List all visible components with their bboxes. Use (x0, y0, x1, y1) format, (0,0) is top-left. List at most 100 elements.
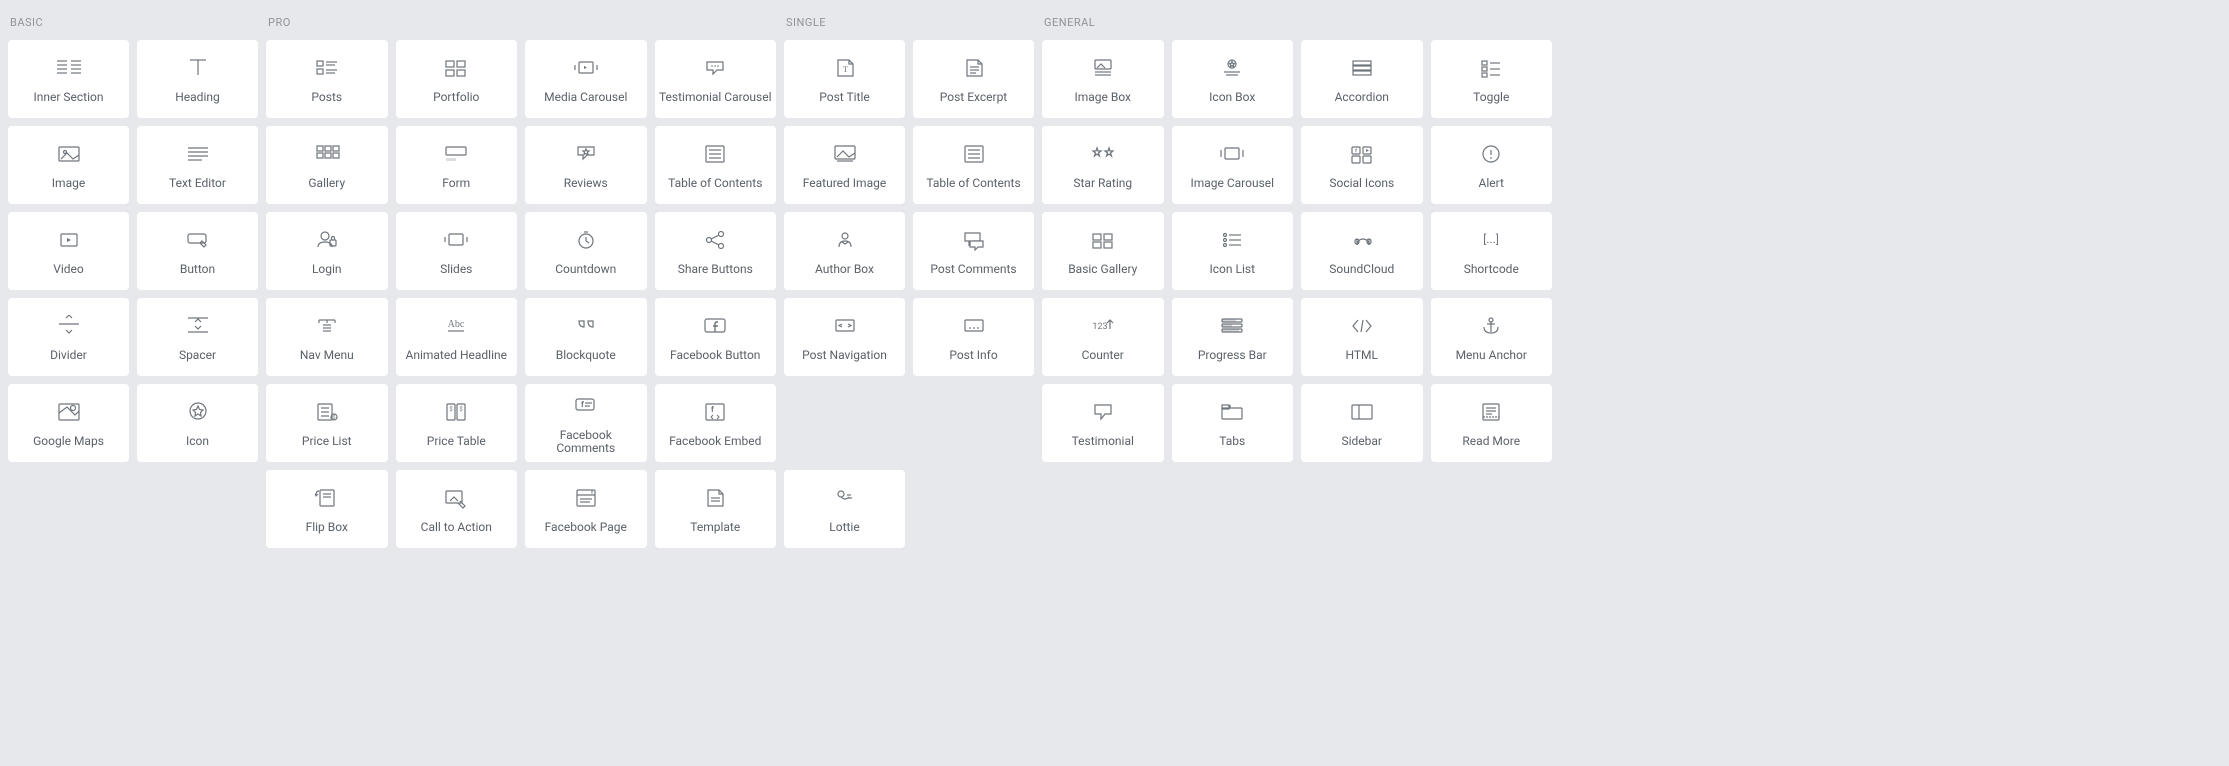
section-pro: PRO Posts Portfolio Media Carousel Testimon… (266, 10, 776, 548)
widget-text-editor[interactable]: Text Editor (137, 126, 258, 204)
widget-label: Divider (50, 349, 87, 362)
widget-label: Inner Section (33, 91, 103, 104)
widget-panel: BASIC Inner Section Heading Image Text Edit… (8, 10, 2221, 548)
widget-icon-list[interactable]: Icon List (1172, 212, 1294, 290)
widget-lottie[interactable]: Lottie (784, 470, 905, 548)
widget-read-more[interactable]: Read More (1431, 384, 1553, 462)
widget-countdown[interactable]: Countdown (525, 212, 647, 290)
widget-sidebar[interactable]: Sidebar (1301, 384, 1423, 462)
section-title: PRO (266, 10, 776, 40)
widget-toc[interactable]: Table of Contents (913, 126, 1034, 204)
widget-gallery[interactable]: Gallery (266, 126, 388, 204)
widget-image-carousel[interactable]: Image Carousel (1172, 126, 1294, 204)
widget-icon-box[interactable]: Icon Box (1172, 40, 1294, 118)
widget-label: Portfolio (433, 91, 479, 104)
widget-nav-menu[interactable]: Nav Menu (266, 298, 388, 376)
widget-share[interactable]: Share Buttons (655, 212, 777, 290)
widget-label: Text Editor (169, 177, 226, 190)
widget-label: Testimonial Carousel (659, 91, 772, 104)
widget-heading[interactable]: Heading (137, 40, 258, 118)
widget-blockquote[interactable]: Blockquote (525, 298, 647, 376)
widget-video[interactable]: Video (8, 212, 129, 290)
section-basic: BASIC Inner Section Heading Image Text Edit… (8, 10, 258, 548)
widget-template[interactable]: Template (655, 470, 777, 548)
toc-icon (695, 139, 735, 169)
template-icon (695, 483, 735, 513)
widget-label: Slides (440, 263, 472, 276)
widget-progress-bar[interactable]: Progress Bar (1172, 298, 1294, 376)
widget-button[interactable]: Button (137, 212, 258, 290)
single-grid: Post TitlePost ExcerptFeatured ImageTabl… (784, 40, 1034, 548)
widget-toggle[interactable]: Toggle (1431, 40, 1553, 118)
widget-post-nav[interactable]: Post Navigation (784, 298, 905, 376)
widget-label: Form (442, 177, 470, 190)
widget-price-table[interactable]: Price Table (396, 384, 518, 462)
widget-label: Flip Box (306, 521, 348, 534)
widget-accordion[interactable]: Accordion (1301, 40, 1423, 118)
widget-label: Call to Action (421, 521, 492, 534)
widget-spacer[interactable]: Spacer (137, 298, 258, 376)
widget-label: Post Navigation (802, 349, 887, 362)
widget-animated-headline[interactable]: Animated Headline (396, 298, 518, 376)
widget-basic-gallery[interactable]: Basic Gallery (1042, 212, 1164, 290)
widget-inner-section[interactable]: Inner Section (8, 40, 129, 118)
widget-author-box[interactable]: Author Box (784, 212, 905, 290)
widget-testimonial-carousel[interactable]: Testimonial Carousel (655, 40, 777, 118)
section-title: SINGLE (784, 10, 1034, 40)
widget-post-info[interactable]: Post Info (913, 298, 1034, 376)
widget-post-comments[interactable]: Post Comments (913, 212, 1034, 290)
widget-slides[interactable]: Slides (396, 212, 518, 290)
toggle-icon (1471, 53, 1511, 83)
widget-fb-comments[interactable]: Facebook Comments (525, 384, 647, 462)
widget-label: Button (180, 263, 215, 276)
widget-label: Template (690, 521, 740, 534)
video-icon (49, 225, 89, 255)
widget-flip-box[interactable]: Flip Box (266, 470, 388, 548)
widget-star-rating[interactable]: Star Rating (1042, 126, 1164, 204)
post-nav-icon (825, 311, 865, 341)
widget-form[interactable]: Form (396, 126, 518, 204)
widget-html[interactable]: HTML (1301, 298, 1423, 376)
widget-post-excerpt[interactable]: Post Excerpt (913, 40, 1034, 118)
widget-toc[interactable]: Table of Contents (655, 126, 777, 204)
section-title: BASIC (8, 10, 258, 40)
post-title-icon (825, 53, 865, 83)
flip-box-icon (307, 483, 347, 513)
widget-price-list[interactable]: Price List (266, 384, 388, 462)
widget-fb-embed[interactable]: Facebook Embed (655, 384, 777, 462)
widget-social-icons[interactable]: Social Icons (1301, 126, 1423, 204)
widget-image[interactable]: Image (8, 126, 129, 204)
widget-fb-button[interactable]: Facebook Button (655, 298, 777, 376)
widget-counter[interactable]: Counter (1042, 298, 1164, 376)
widget-cta[interactable]: Call to Action (396, 470, 518, 548)
widget-image-box[interactable]: Image Box (1042, 40, 1164, 118)
spacer-icon (178, 311, 218, 341)
widget-google-maps[interactable]: Google Maps (8, 384, 129, 462)
widget-tabs[interactable]: Tabs (1172, 384, 1294, 462)
widget-fb-page[interactable]: Facebook Page (525, 470, 647, 548)
widget-post-title[interactable]: Post Title (784, 40, 905, 118)
widget-icon[interactable]: Icon (137, 384, 258, 462)
widget-soundcloud[interactable]: SoundCloud (1301, 212, 1423, 290)
widget-menu-anchor[interactable]: Menu Anchor (1431, 298, 1553, 376)
widget-login[interactable]: Login (266, 212, 388, 290)
widget-featured-image[interactable]: Featured Image (784, 126, 905, 204)
widget-testimonial[interactable]: Testimonial (1042, 384, 1164, 462)
widget-reviews[interactable]: Reviews (525, 126, 647, 204)
widget-media-carousel[interactable]: Media Carousel (525, 40, 647, 118)
widget-label: Progress Bar (1198, 349, 1267, 362)
share-icon (695, 225, 735, 255)
author-box-icon (825, 225, 865, 255)
animated-headline-icon (436, 311, 476, 341)
widget-portfolio[interactable]: Portfolio (396, 40, 518, 118)
toc-icon (954, 139, 994, 169)
widget-label: Heading (175, 91, 220, 104)
widget-label: Countdown (555, 263, 616, 276)
widget-divider[interactable]: Divider (8, 298, 129, 376)
widget-label: Facebook Button (670, 349, 760, 362)
slides-icon (436, 225, 476, 255)
widget-posts[interactable]: Posts (266, 40, 388, 118)
widget-alert[interactable]: Alert (1431, 126, 1553, 204)
widget-shortcode[interactable]: Shortcode (1431, 212, 1553, 290)
reviews-icon (566, 139, 606, 169)
